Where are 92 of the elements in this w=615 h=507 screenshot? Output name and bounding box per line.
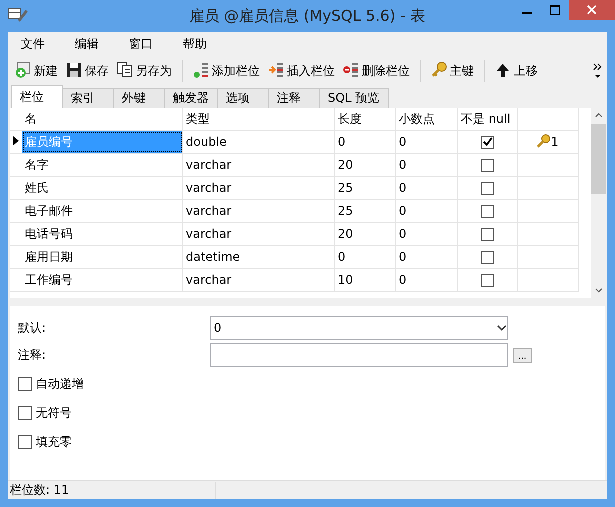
comment-field[interactable]: [210, 343, 508, 367]
table-cell: 0: [335, 131, 396, 153]
table-cell: 雇用日期: [22, 246, 183, 268]
checkbox[interactable]: [481, 158, 494, 172]
toolbar-button[interactable]: 主键: [427, 60, 478, 82]
toolbar-button[interactable]: 插入栏位: [264, 60, 339, 82]
column-header: 类型: [183, 108, 335, 130]
checkbox[interactable]: [481, 182, 494, 194]
documents-icon: [117, 62, 133, 78]
table-cell: 0: [396, 177, 458, 199]
status-text: 栏位数: 11: [10, 482, 216, 498]
table-cell: 姓氏: [22, 177, 183, 199]
table-cell: double: [183, 131, 335, 153]
overflow-chevron-icon[interactable]: [593, 62, 603, 80]
field-label: 注释:: [18, 346, 48, 364]
table-cell: 0: [335, 246, 396, 268]
table-cell: 雇员编号: [22, 131, 183, 153]
checkbox-label: 填充零: [36, 434, 72, 450]
close-button[interactable]: [569, 0, 615, 20]
column-header: 长度: [335, 108, 396, 130]
table-cell: 25: [335, 200, 396, 222]
default-dropdown[interactable]: 0: [210, 316, 508, 340]
checkbox[interactable]: [481, 274, 494, 286]
checkbox[interactable]: [18, 377, 32, 391]
close-icon: [587, 5, 597, 15]
table-cell: varchar: [183, 177, 335, 199]
toolbar-button[interactable]: 上移: [491, 60, 542, 82]
column-header: 小数点: [396, 108, 458, 130]
toolbar-button[interactable]: 保存: [62, 60, 113, 82]
column-header: 名: [22, 108, 183, 130]
add-column-icon: [193, 62, 209, 78]
table-cell: 电子邮件: [22, 200, 183, 222]
maximize-icon: [550, 5, 560, 15]
checkbox[interactable]: [481, 136, 494, 148]
plus-table-icon: [15, 62, 31, 78]
checkbox[interactable]: [18, 435, 32, 449]
insert-column-icon: [268, 62, 284, 78]
key-icon: [431, 62, 447, 78]
table-cell: 名字: [22, 154, 183, 176]
tab[interactable]: 注释: [268, 88, 320, 108]
tab[interactable]: SQL 预览: [319, 88, 389, 108]
table-cell: 0: [396, 131, 458, 153]
scroll-down-icon[interactable]: [594, 287, 602, 295]
pencil-table-icon: [8, 6, 28, 24]
table-cell: 工作编号: [22, 269, 183, 291]
menu-item[interactable]: 编辑: [67, 36, 107, 52]
tab[interactable]: 栏位: [11, 85, 63, 108]
table-cell: datetime: [183, 246, 335, 268]
checkbox-label: 无符号: [36, 404, 72, 422]
window-title: 雇员 @雇员信息 (MySQL 5.6) - 表: [188, 6, 427, 26]
checkbox[interactable]: [481, 204, 494, 218]
tab[interactable]: 触发器: [164, 88, 218, 108]
tab[interactable]: 选项: [217, 88, 269, 108]
checkbox-label: 自动递增: [36, 376, 84, 392]
table-cell: varchar: [183, 269, 335, 291]
scroll-up-icon[interactable]: [594, 111, 602, 119]
delete-column-icon: [343, 62, 359, 78]
table-cell: 20: [335, 154, 396, 176]
menu-item[interactable]: 文件: [13, 36, 53, 52]
table-cell: 电话号码: [22, 223, 183, 245]
key-icon: [537, 134, 552, 148]
table-cell: 25: [335, 177, 396, 199]
menu-item[interactable]: 窗口: [121, 36, 161, 52]
ellipsis-button[interactable]: ...: [513, 348, 532, 362]
up-arrow-icon: [495, 62, 511, 78]
table-cell: 0: [396, 154, 458, 176]
chevron-down-icon: [497, 324, 507, 332]
table-cell: varchar: [183, 223, 335, 245]
checkbox[interactable]: [481, 228, 494, 240]
table-cell: 20: [335, 223, 396, 245]
toolbar-button[interactable]: 新建: [11, 60, 62, 82]
tab[interactable]: 外键: [113, 88, 165, 108]
minimize-icon: [522, 12, 532, 14]
checkbox[interactable]: [18, 406, 32, 420]
toolbar-button[interactable]: 另存为: [113, 60, 176, 82]
column-header: 不是 null: [458, 108, 518, 130]
menu-item[interactable]: 帮助: [175, 36, 215, 52]
checkbox[interactable]: [481, 250, 494, 264]
row-pointer-icon: [13, 136, 19, 146]
tab[interactable]: 索引: [62, 88, 114, 108]
table-cell: varchar: [183, 200, 335, 222]
table-cell: 0: [396, 223, 458, 245]
table-cell: 0: [396, 246, 458, 268]
table-cell: varchar: [183, 154, 335, 176]
scroll-thumb[interactable]: [591, 124, 606, 194]
table-cell: 0: [396, 269, 458, 291]
toolbar-button[interactable]: 添加栏位: [189, 60, 264, 82]
key-order: 1: [551, 135, 559, 149]
table-cell: 0: [396, 200, 458, 222]
toolbar-button[interactable]: 删除栏位: [339, 60, 414, 82]
field-label: 默认:: [18, 320, 48, 336]
table-cell: 10: [335, 269, 396, 291]
